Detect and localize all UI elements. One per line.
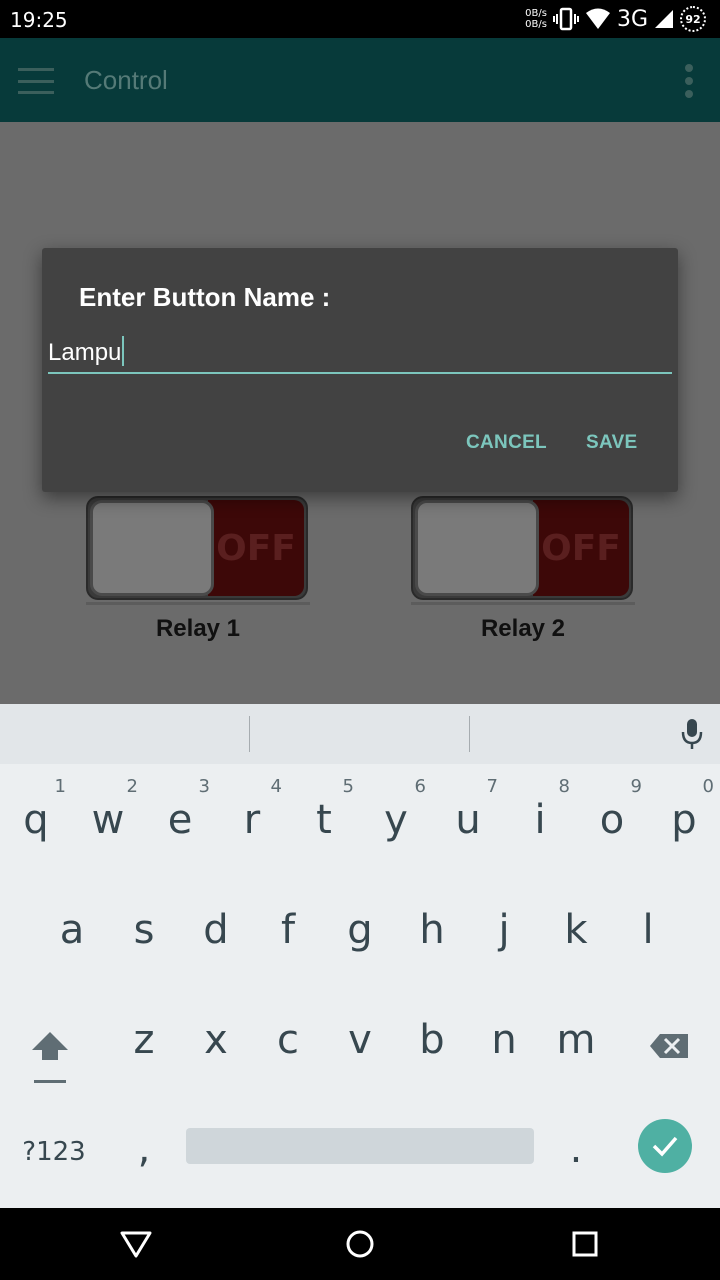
period-key[interactable]: . — [548, 1114, 604, 1184]
key-h[interactable]: h — [396, 880, 468, 980]
key-p[interactable]: 0p — [648, 764, 720, 864]
key-t[interactable]: 5t — [288, 764, 360, 864]
more-vert-icon[interactable] — [684, 64, 694, 98]
dialog-title: Enter Button Name : — [79, 282, 331, 312]
key-m[interactable]: m — [540, 990, 612, 1090]
network-speed: 0B/s 0B/s — [525, 8, 547, 30]
key-s[interactable]: s — [108, 880, 180, 980]
checkmark-icon — [652, 1136, 678, 1157]
status-bar: 19:25 0B/s 0B/s 3G 92 — [0, 0, 720, 38]
shift-arrow-icon — [32, 1032, 68, 1083]
shift-key[interactable] — [14, 1014, 86, 1094]
net-down-speed: 0B/s — [525, 19, 547, 30]
cell-signal-icon — [655, 10, 673, 28]
key-i[interactable]: 8i — [504, 764, 576, 864]
button-name-input[interactable]: Lampu — [48, 332, 672, 374]
toggle-knob — [90, 500, 214, 596]
recents-square-icon[interactable] — [569, 1228, 601, 1260]
key-u[interactable]: 7u — [432, 764, 504, 864]
network-type: 3G — [616, 6, 648, 32]
app-bar: Control — [0, 38, 720, 122]
relay-2-toggle[interactable]: OFF — [411, 496, 633, 600]
suggestion-bar — [0, 704, 720, 764]
cancel-button[interactable]: CANCEL — [466, 432, 547, 454]
key-y[interactable]: 6y — [360, 764, 432, 864]
key-q[interactable]: 1q — [0, 764, 72, 864]
navigation-bar — [0, 1208, 720, 1280]
symbols-key[interactable]: ?123 — [14, 1122, 94, 1182]
rename-dialog: Enter Button Name : Lampu CANCEL SAVE — [42, 248, 678, 492]
status-time: 19:25 — [10, 8, 68, 32]
key-j[interactable]: j — [468, 880, 540, 980]
wifi-icon — [585, 8, 610, 29]
key-e[interactable]: 3e — [144, 764, 216, 864]
toggle-state-label: OFF — [216, 527, 296, 569]
key-g[interactable]: g — [324, 880, 396, 980]
key-w[interactable]: 2w — [72, 764, 144, 864]
toggle-off-area: OFF — [208, 500, 304, 596]
suggestion-divider — [469, 716, 470, 752]
key-v[interactable]: v — [324, 990, 396, 1090]
relay-1-toggle[interactable]: OFF — [86, 496, 308, 600]
key-x[interactable]: x — [180, 990, 252, 1090]
toggle-off-area: OFF — [533, 500, 629, 596]
key-l[interactable]: l — [612, 880, 684, 980]
key-k[interactable]: k — [540, 880, 612, 980]
status-icons: 0B/s 0B/s 3G 92 — [525, 5, 706, 33]
relay-2: OFF Relay 2 — [411, 496, 635, 643]
backspace-icon — [650, 1034, 688, 1058]
relay-1-label: Relay 1 — [155, 615, 241, 642]
vibrate-icon — [552, 7, 579, 31]
net-up-speed: 0B/s — [525, 8, 547, 19]
relay-1: OFF Relay 1 — [86, 496, 310, 643]
page-title: Control — [84, 65, 168, 95]
back-triangle-icon[interactable] — [120, 1228, 152, 1260]
relay-2-label: Relay 2 — [480, 615, 566, 642]
divider — [86, 602, 310, 605]
key-b[interactable]: b — [396, 990, 468, 1090]
key-a[interactable]: a — [36, 880, 108, 980]
key-c[interactable]: c — [252, 990, 324, 1090]
key-z[interactable]: z — [108, 990, 180, 1090]
toggle-knob — [415, 500, 539, 596]
divider — [411, 602, 635, 605]
text-caret — [122, 336, 125, 366]
battery-level: 92 — [685, 12, 701, 26]
backspace-key[interactable] — [634, 1014, 706, 1094]
comma-key[interactable]: , — [116, 1114, 172, 1184]
save-button[interactable]: SAVE — [586, 432, 638, 454]
microphone-icon[interactable] — [680, 718, 704, 750]
input-value: Lampu — [48, 339, 122, 366]
toggle-state-label: OFF — [541, 527, 621, 569]
hamburger-menu-icon[interactable] — [18, 68, 54, 94]
soft-keyboard: 1q 2w 3e 4r 5t 6y 7u 8i 9o 0p a s d f g … — [0, 704, 720, 1208]
key-d[interactable]: d — [180, 880, 252, 980]
suggestion-divider — [249, 716, 250, 752]
key-r[interactable]: 4r — [216, 764, 288, 864]
home-circle-icon[interactable] — [344, 1228, 376, 1260]
space-key[interactable] — [186, 1128, 534, 1164]
battery-icon: 92 — [680, 6, 706, 32]
key-f[interactable]: f — [252, 880, 324, 980]
key-n[interactable]: n — [468, 990, 540, 1090]
enter-key[interactable] — [638, 1119, 692, 1173]
key-o[interactable]: 9o — [576, 764, 648, 864]
